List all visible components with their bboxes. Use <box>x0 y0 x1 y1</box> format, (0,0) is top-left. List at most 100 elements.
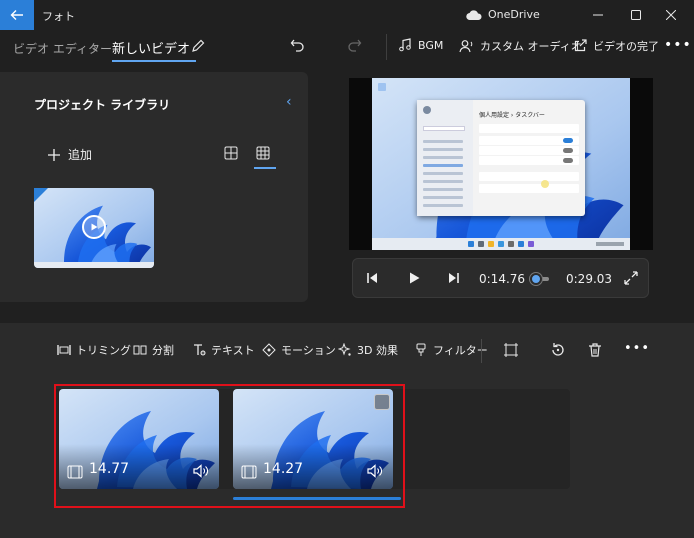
motion-button[interactable]: モーション <box>262 342 336 358</box>
back-button[interactable] <box>0 0 34 30</box>
minimize-icon <box>593 14 603 16</box>
grid-large-icon <box>224 146 238 160</box>
text-icon <box>194 344 206 356</box>
settings-nav-item <box>423 188 463 191</box>
settings-nav-item <box>423 196 463 199</box>
3d-effects-button[interactable]: 3D 効果 <box>338 342 398 358</box>
next-frame-button[interactable] <box>447 271 461 288</box>
play-button[interactable] <box>407 271 421 288</box>
bgm-button[interactable]: BGM <box>398 38 443 52</box>
video-preview[interactable]: 個人用設定 › タスクバー <box>349 78 653 250</box>
settings-page-title: 個人用設定 › タスクバー <box>479 112 545 119</box>
settings-toggle <box>563 138 573 143</box>
custom-audio-label: カスタム オーディオ <box>480 40 582 53</box>
settings-window: 個人用設定 › タスクバー <box>417 100 585 216</box>
taskbar-start-icon <box>468 241 474 247</box>
seek-thumb[interactable] <box>530 273 543 285</box>
large-grid-view-button[interactable] <box>224 146 238 163</box>
add-media-button[interactable]: 追加 <box>48 146 92 163</box>
bgm-label: BGM <box>418 38 444 52</box>
more-options-icon[interactable]: ••• <box>624 341 650 356</box>
finish-video-button[interactable]: ビデオの完了 <box>573 38 659 54</box>
crop-resize-icon <box>504 343 518 357</box>
onedrive-status[interactable]: OneDrive <box>466 8 540 21</box>
settings-toggle <box>563 158 573 163</box>
library-title: プロジェクト ライブラリ <box>34 98 171 112</box>
settings-nav-item <box>423 204 463 207</box>
taskbar-app-icon <box>528 241 534 247</box>
arrow-left-icon <box>10 10 23 20</box>
redo-button[interactable] <box>346 37 362 56</box>
skip-forward-icon <box>449 273 459 283</box>
sparkle-3d-icon <box>338 343 351 356</box>
trash-icon <box>589 343 601 357</box>
crop-button[interactable] <box>503 342 519 361</box>
play-icon[interactable] <box>82 215 106 239</box>
finish-video-label: ビデオの完了 <box>593 40 659 53</box>
trim-button[interactable]: トリミング <box>57 342 131 358</box>
undo-icon <box>290 39 304 52</box>
desktop-icon <box>378 83 386 91</box>
app-title: フォト <box>42 10 75 23</box>
taskbar-app-icon <box>478 241 484 247</box>
redo-icon <box>348 39 362 52</box>
settings-row <box>479 172 579 181</box>
person-audio-icon <box>459 40 473 53</box>
text-label: テキスト <box>211 344 255 357</box>
settings-nav-item <box>423 180 463 183</box>
breadcrumb-video-editor[interactable]: ビデオ エディター <box>13 40 112 57</box>
delete-button[interactable] <box>587 342 603 361</box>
fullscreen-icon <box>624 271 638 285</box>
previous-frame-button[interactable] <box>365 271 379 288</box>
settings-nav-item <box>423 172 463 175</box>
3d-effects-label: 3D 効果 <box>357 344 398 357</box>
small-grid-view-button[interactable] <box>256 146 270 163</box>
fullscreen-button[interactable] <box>623 270 639 289</box>
storyboard-panel: トリミング 分割 テキスト モーション 3D 効果 フィルター ••• 14.7… <box>0 323 694 538</box>
maximize-icon <box>631 10 641 20</box>
view-selected-indicator <box>254 167 276 169</box>
rotate-button[interactable] <box>550 342 566 361</box>
rotate-icon <box>552 343 564 356</box>
settings-row <box>479 184 579 193</box>
trim-label: トリミング <box>76 344 131 357</box>
trim-icon <box>57 345 71 355</box>
split-icon <box>133 345 147 355</box>
total-time: 0:29.03 <box>566 272 613 286</box>
project-title-underline <box>112 60 196 62</box>
split-label: 分割 <box>152 344 174 357</box>
settings-nav-item <box>423 156 463 159</box>
cloud-icon <box>466 9 482 20</box>
taskbar-app-icon <box>498 241 504 247</box>
cursor-highlight <box>541 180 549 188</box>
preview-frame: 個人用設定 › タスクバー <box>372 78 630 250</box>
project-title: 新しいビデオ <box>112 42 191 57</box>
split-button[interactable]: 分割 <box>133 342 174 358</box>
thumbnail-taskbar <box>34 262 154 268</box>
undo-button[interactable] <box>290 37 306 56</box>
filter-brush-icon <box>416 343 426 356</box>
header-divider <box>386 34 387 60</box>
custom-audio-button[interactable]: カスタム オーディオ <box>459 38 582 54</box>
project-library-panel: プロジェクト ライブラリ ‹ 追加 <box>0 72 308 302</box>
settings-nav-item-active <box>423 164 463 167</box>
settings-nav-item <box>423 140 463 143</box>
toolbar-divider <box>481 339 482 363</box>
motion-label: モーション <box>281 344 336 357</box>
filter-button[interactable]: フィルター <box>414 342 488 358</box>
skip-back-icon <box>367 273 377 283</box>
rename-button[interactable] <box>190 38 206 57</box>
text-button[interactable]: テキスト <box>192 342 255 358</box>
music-note-icon <box>399 38 411 52</box>
close-button[interactable] <box>648 0 694 30</box>
taskbar-clock <box>596 242 624 246</box>
play-icon <box>410 272 420 284</box>
grid-small-icon <box>256 146 270 160</box>
taskbar-app-icon <box>518 241 524 247</box>
taskbar-app-icon <box>488 241 494 247</box>
motion-icon <box>262 343 276 357</box>
more-options-icon[interactable]: ••• <box>664 37 692 53</box>
added-marker <box>34 188 48 202</box>
current-time: 0:14.76 <box>479 272 526 286</box>
collapse-library-icon[interactable]: ‹ <box>286 94 292 110</box>
